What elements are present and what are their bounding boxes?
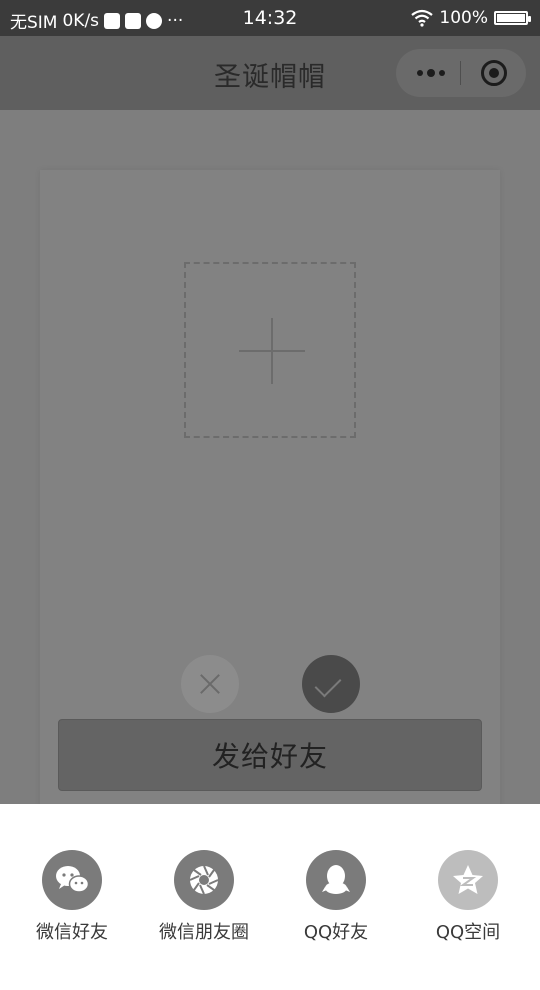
status-right: 100% (411, 8, 531, 28)
check-icon (314, 670, 342, 698)
share-label: QQ好友 (303, 922, 369, 943)
confirm-button[interactable] (302, 655, 360, 713)
wifi-icon (411, 9, 434, 27)
share-label: QQ空间 (435, 922, 501, 943)
qq-icon (306, 850, 366, 910)
share-sheet: 微信好友 微信朋友圈 QQ好友 QQ空间 (0, 804, 540, 990)
share-label: 微信朋友圈 (159, 922, 249, 943)
status-bar: 无SIM 0K/s ··· 14:32 100% (0, 0, 540, 36)
share-qzone[interactable]: QQ空间 (403, 850, 533, 944)
wechat-icon (42, 850, 102, 910)
share-qq-friend[interactable]: QQ好友 (271, 850, 401, 944)
battery-percent: 100% (439, 8, 488, 28)
share-wechat-moments[interactable]: 微信朋友圈 (139, 850, 269, 944)
nav-bar: 圣诞帽帽 (0, 36, 540, 110)
cancel-button[interactable] (181, 655, 239, 713)
capsule-divider (460, 61, 461, 85)
more-dots-icon[interactable] (414, 59, 448, 87)
send-to-friend-button[interactable]: 发给好友 (58, 719, 482, 791)
editor-card (40, 170, 500, 810)
moments-icon (174, 850, 234, 910)
target-circle-icon[interactable] (481, 60, 507, 86)
image-upload-area[interactable] (184, 262, 356, 438)
share-label: 微信好友 (36, 922, 108, 943)
battery-icon (494, 11, 531, 25)
qzone-icon (438, 850, 498, 910)
share-wechat-friend[interactable]: 微信好友 (7, 850, 137, 944)
mini-program-capsule (396, 49, 526, 97)
